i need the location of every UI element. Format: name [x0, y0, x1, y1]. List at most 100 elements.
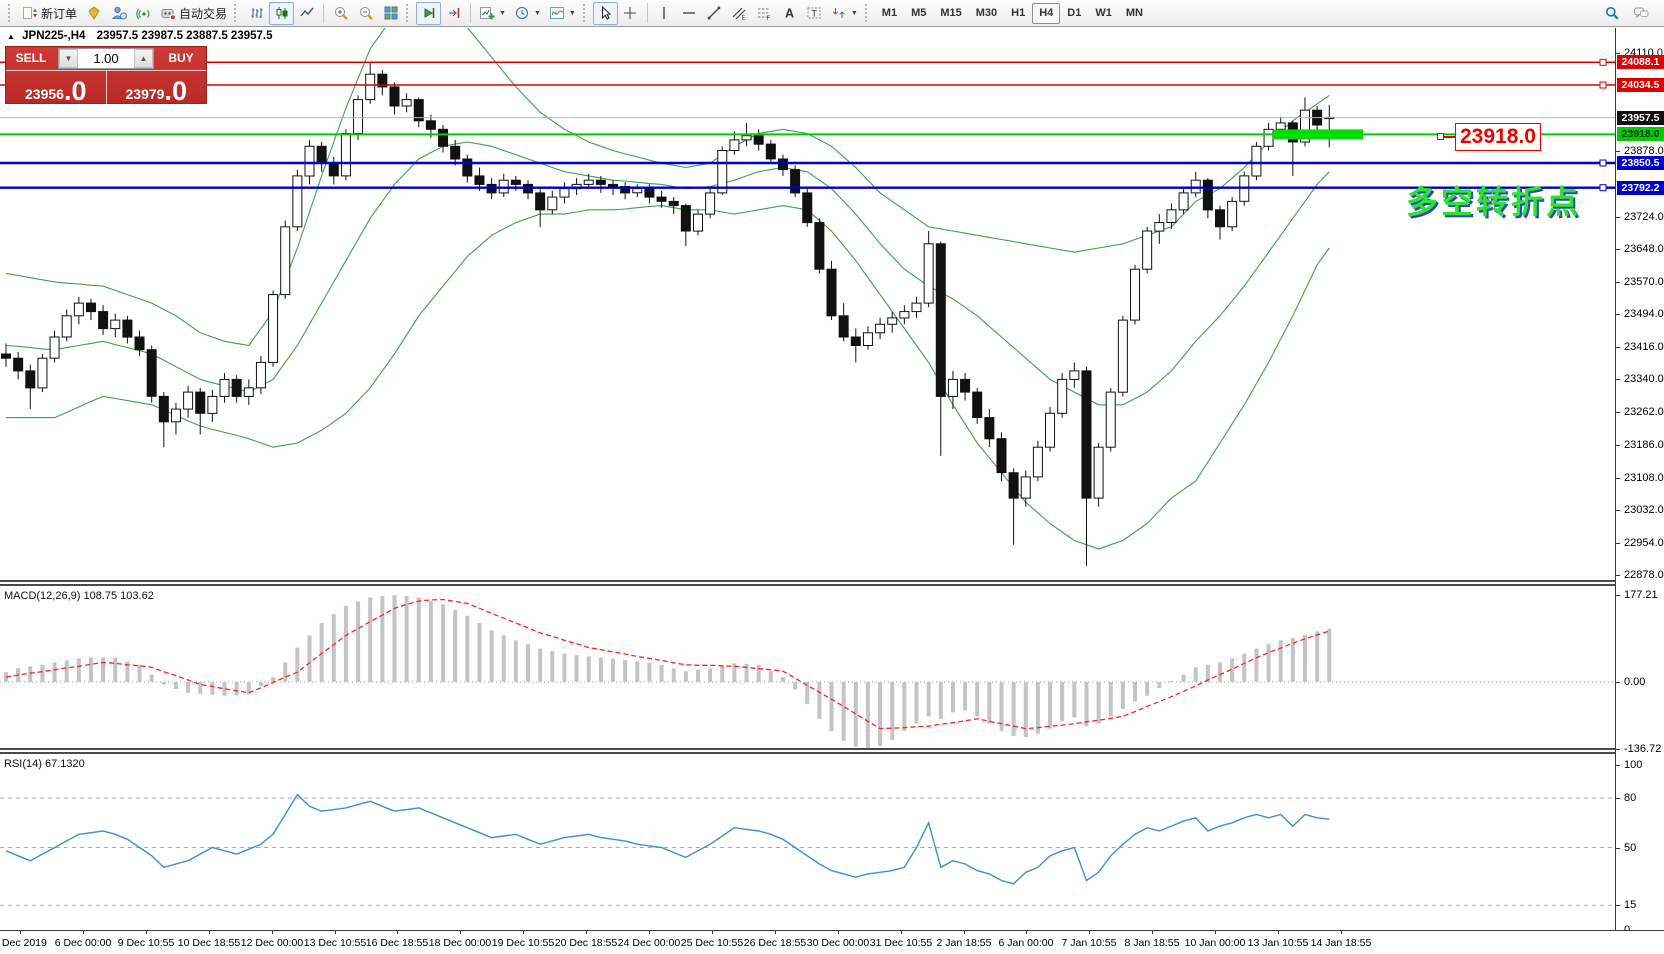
macd-histogram-bar [162, 682, 166, 685]
horizontal-line-icon [681, 5, 697, 21]
macd-values: 108.75 103.62 [83, 590, 153, 602]
market-button[interactable] [81, 2, 106, 25]
price-axis[interactable]: 24110.023878.023724.023648.023570.023494… [1615, 28, 1664, 930]
candle-body [111, 320, 120, 329]
candle-body [426, 121, 435, 130]
crosshair-button[interactable] [618, 2, 643, 25]
candle-body [1106, 392, 1115, 447]
toolbar-grip[interactable] [8, 4, 13, 22]
search-button[interactable] [1599, 2, 1624, 25]
buy-price-button[interactable]: 23979.0 [107, 71, 207, 104]
macd-histogram-bar [490, 630, 494, 682]
line-endpoint-marker[interactable] [1600, 59, 1606, 65]
toolbar-grip[interactable] [583, 4, 588, 22]
bar-chart-button[interactable] [244, 2, 269, 25]
cursor-button[interactable] [593, 2, 618, 25]
price-annotation-label[interactable]: 23918.0 [1455, 123, 1541, 151]
macd-histogram-bar [332, 614, 336, 682]
timeframe-m30-button[interactable]: M30 [969, 3, 1004, 24]
timeframe-mn-button[interactable]: MN [1119, 3, 1150, 24]
timeframe-d1-button[interactable]: D1 [1060, 3, 1088, 24]
macd-histogram-bar [308, 635, 312, 682]
axis-tick [1616, 575, 1620, 576]
collapse-icon[interactable]: ▲ [7, 32, 15, 41]
buy-button[interactable]: BUY [156, 47, 206, 70]
toolbar-grip[interactable] [406, 4, 411, 22]
macd-histogram-bar [635, 661, 639, 682]
axis-tick [1616, 217, 1620, 218]
trendline-button[interactable] [702, 2, 727, 25]
macd-histogram-bar [1327, 629, 1331, 682]
timeframe-h1-button[interactable]: H1 [1004, 3, 1032, 24]
volume-value[interactable]: 1.00 [78, 49, 134, 68]
candle-body [14, 358, 23, 371]
tile-windows-button[interactable] [378, 2, 403, 25]
timeframe-h4-button[interactable]: H4 [1032, 3, 1060, 24]
fibonacci-button[interactable]: F [752, 2, 777, 25]
rsi-panel[interactable] [0, 755, 1616, 930]
volume-up-button[interactable]: ▲ [134, 49, 153, 68]
candle-body [645, 189, 654, 198]
line-endpoint-marker[interactable] [1600, 82, 1606, 88]
macd-histogram-bar [417, 598, 421, 683]
signals-button[interactable] [131, 2, 156, 25]
toolbar-grip[interactable] [865, 4, 870, 22]
line-chart-button[interactable] [294, 2, 319, 25]
vertical-line-button[interactable] [652, 2, 677, 25]
macd-histogram-bar [477, 623, 481, 682]
community-button[interactable] [106, 2, 131, 25]
axis-tick [1616, 510, 1620, 511]
timeframe-m15-button[interactable]: M15 [933, 3, 968, 24]
fibonacci-icon: F [756, 5, 772, 21]
toolbar-grip[interactable] [234, 4, 239, 22]
chat-button[interactable] [1628, 2, 1653, 25]
highlight-zone[interactable] [1273, 129, 1363, 139]
time-axis-tick [586, 931, 587, 934]
macd-histogram-bar [1133, 682, 1137, 702]
panel-divider-macd[interactable] [0, 580, 1616, 586]
line-endpoint-marker[interactable] [1600, 160, 1606, 166]
volume-down-button[interactable]: ▼ [59, 49, 78, 68]
vertical-line-icon [656, 5, 672, 21]
autotrading-button[interactable]: 自动交易 [156, 2, 231, 25]
channel-button[interactable]: E [727, 2, 752, 25]
new-order-button[interactable]: 新订单 [18, 2, 81, 25]
sell-price-button[interactable]: 23956.0 [6, 71, 107, 104]
time-axis-tick [712, 931, 713, 934]
chart-shift-button[interactable] [441, 2, 466, 25]
time-axis[interactable]: 4 Dec 20196 Dec 00:009 Dec 10:5510 Dec 1… [0, 930, 1664, 954]
label-button[interactable]: T [802, 2, 827, 25]
candlestick-chart-button[interactable] [269, 2, 294, 25]
main-chart[interactable] [0, 28, 1616, 581]
time-axis-tick [649, 931, 650, 934]
macd-histogram-bar [538, 649, 542, 682]
macd-histogram-bar [28, 666, 32, 682]
sell-button[interactable]: SELL [6, 47, 56, 70]
text-icon: A [781, 5, 797, 21]
svg-text:F: F [767, 15, 771, 21]
period-button[interactable]: ▼ [510, 2, 545, 25]
timeframe-w1-button[interactable]: W1 [1088, 3, 1119, 24]
candle-body [851, 337, 860, 346]
candle-body [936, 244, 945, 397]
zoom-out-button[interactable] [353, 2, 378, 25]
candle-body [791, 170, 800, 193]
arrows-button[interactable]: ▼ [827, 2, 862, 25]
zoom-in-button[interactable] [328, 2, 353, 25]
new-chart-button[interactable]: ▼ [475, 2, 510, 25]
horizontal-line-button[interactable] [677, 2, 702, 25]
timeframe-m5-button[interactable]: M5 [904, 3, 933, 24]
macd-panel[interactable] [0, 587, 1616, 749]
timeframe-m1-button[interactable]: M1 [875, 3, 904, 24]
panel-divider-rsi[interactable] [0, 748, 1616, 754]
auto-scroll-button[interactable] [416, 2, 441, 25]
line-endpoint-marker[interactable] [1600, 185, 1606, 191]
zoom-in-icon [333, 5, 349, 21]
sell-price-small: 23956 [25, 85, 64, 103]
text-button[interactable]: A [777, 2, 802, 25]
period-icon [514, 5, 530, 21]
turning-point-annotation[interactable]: 多空转折点 [1406, 177, 1581, 223]
toolbar-separator [470, 3, 471, 23]
svg-text:E: E [742, 16, 746, 22]
indicators-button[interactable]: ▼ [545, 2, 580, 25]
